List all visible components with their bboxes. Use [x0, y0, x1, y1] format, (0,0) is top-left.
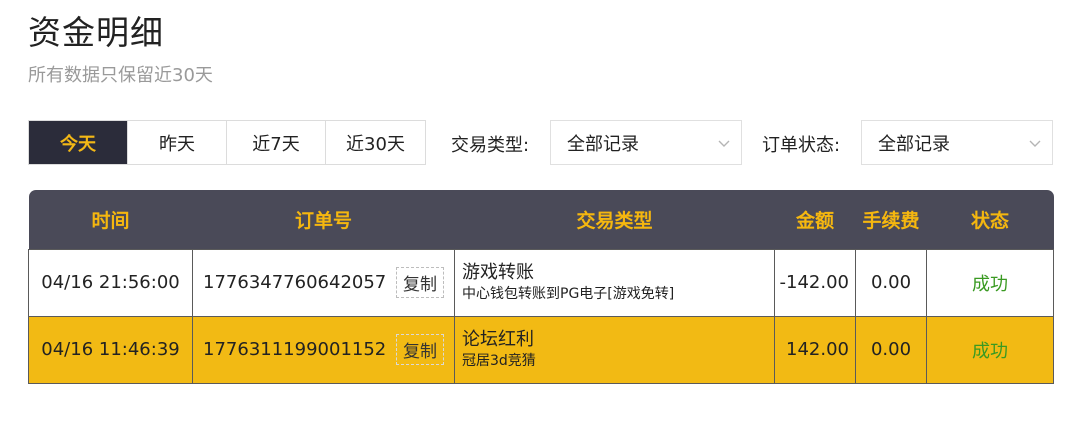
row-fee: 0.00: [855, 315, 927, 384]
row-type-main: 论坛红利: [462, 328, 534, 350]
header-fee: 手续费: [862, 209, 920, 232]
funds-table: 时间 订单号 交易类型 金额 手续费 状态 04/16 21:56:00 177…: [28, 190, 1054, 384]
header-amount: 金额: [795, 209, 834, 232]
header-status: 状态: [970, 209, 1009, 232]
order-status-label: 订单状态:: [762, 135, 841, 156]
row-trade-type: 论坛红利 冠居3d竞猜: [454, 315, 775, 384]
chevron-down-icon: [718, 140, 730, 147]
order-status-value: 全部记录: [878, 133, 950, 155]
tab-last-7-days[interactable]: 近7天: [227, 121, 326, 164]
page-subtitle: 所有数据只保留近30天: [28, 65, 213, 86]
row-amount: 142.00: [774, 315, 856, 384]
row-order-no: 1776311199001152: [203, 338, 387, 360]
table-row: 04/16 21:56:00 1776347760642057 复制 游戏转账 …: [28, 248, 1054, 317]
trade-type-select[interactable]: 全部记录: [550, 120, 742, 165]
row-status: 成功: [926, 315, 1054, 384]
row-type-sub: 中心钱包转账到PG电子[游戏免转]: [462, 285, 675, 302]
header-order-no: 订单号: [294, 209, 352, 232]
chevron-down-icon: [1029, 140, 1041, 147]
order-status-select[interactable]: 全部记录: [861, 120, 1053, 165]
header-trade-type: 交易类型: [576, 209, 653, 232]
trade-type-value: 全部记录: [567, 133, 639, 155]
row-order-cell: 1776311199001152 复制: [192, 315, 455, 384]
tab-yesterday[interactable]: 昨天: [128, 121, 227, 164]
table-row: 04/16 11:46:39 1776311199001152 复制 论坛红利 …: [28, 315, 1054, 384]
row-type-main: 游戏转账: [462, 261, 534, 283]
row-type-sub: 冠居3d竞猜: [462, 352, 536, 369]
row-order-cell: 1776347760642057 复制: [192, 248, 455, 317]
row-time: 04/16 11:46:39: [28, 315, 193, 384]
row-amount: -142.00: [774, 248, 856, 317]
row-status: 成功: [926, 248, 1054, 317]
table-header-row: 时间 订单号 交易类型 金额 手续费 状态: [28, 190, 1054, 249]
row-time: 04/16 21:56:00: [28, 248, 193, 317]
trade-type-label: 交易类型:: [451, 135, 530, 156]
copy-button[interactable]: 复制: [395, 267, 444, 298]
tab-today[interactable]: 今天: [29, 121, 128, 164]
row-order-no: 1776347760642057: [203, 271, 387, 293]
date-range-tabs: 今天 昨天 近7天 近30天: [28, 120, 426, 165]
copy-button[interactable]: 复制: [395, 334, 444, 365]
page-title: 资金明细: [28, 13, 164, 52]
row-trade-type: 游戏转账 中心钱包转账到PG电子[游戏免转]: [454, 248, 775, 317]
row-fee: 0.00: [855, 248, 927, 317]
tab-last-30-days[interactable]: 近30天: [326, 121, 425, 164]
header-time: 时间: [91, 209, 130, 232]
